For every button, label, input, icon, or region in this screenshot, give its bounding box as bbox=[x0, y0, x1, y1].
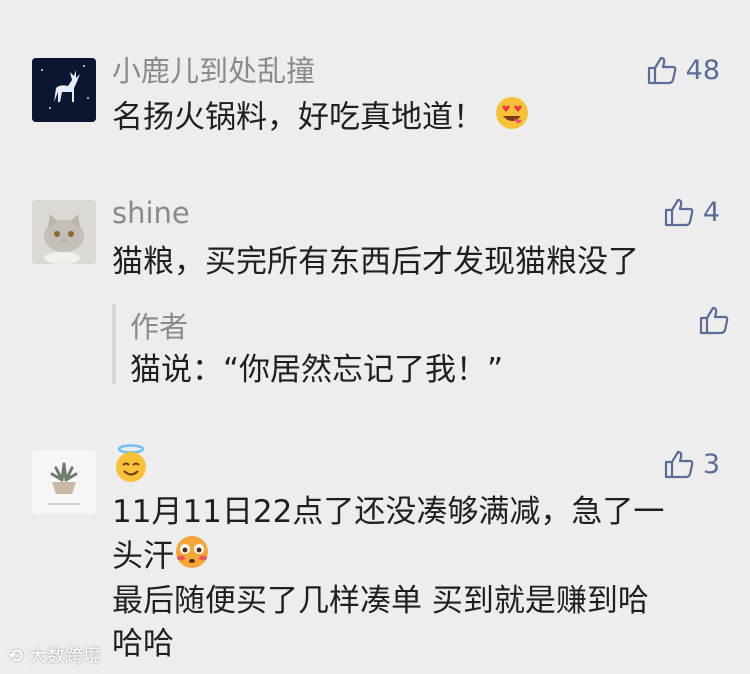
nickname[interactable]: 小鹿儿到处乱撞 bbox=[112, 57, 315, 86]
comment-text-line-3: 最后随便买了几样凑单 买到就是赚到哈 bbox=[112, 583, 649, 619]
comment-text-line-2: 头汗 bbox=[112, 534, 210, 582]
thumbs-up-icon bbox=[663, 196, 695, 228]
flushed-face-emoji-icon bbox=[174, 534, 210, 582]
like-count: 3 bbox=[702, 448, 720, 480]
thumbs-up-icon bbox=[698, 304, 730, 336]
like-count: 4 bbox=[702, 196, 720, 228]
comment-text-line-1: 11月11日22点了还没凑够满减，急了一 bbox=[112, 494, 665, 530]
watermark: ⟲ 大数跨境 bbox=[8, 646, 101, 667]
comment-text: 猫粮，买完所有东西后才发现猫粮没了 bbox=[112, 244, 639, 280]
watermark-logo-icon: ⟲ bbox=[8, 646, 24, 667]
like-count: 48 bbox=[685, 54, 720, 86]
nickname[interactable] bbox=[112, 444, 150, 489]
reply-author: 作者 bbox=[130, 310, 189, 344]
reply-like-button[interactable] bbox=[698, 304, 730, 336]
heart-eyes-emoji-icon bbox=[494, 95, 530, 143]
nickname[interactable]: shine bbox=[112, 199, 190, 228]
author-reply: 作者 猫说：“你居然忘记了我！” bbox=[112, 304, 729, 388]
avatar[interactable] bbox=[32, 450, 96, 514]
thumbs-up-icon bbox=[663, 448, 695, 480]
avatar[interactable] bbox=[32, 200, 96, 264]
halo-face-emoji-icon bbox=[112, 444, 150, 489]
like-button[interactable]: 3 bbox=[663, 448, 720, 480]
thumbs-up-icon bbox=[646, 54, 678, 86]
reply-text: 猫说：“你居然忘记了我！” bbox=[130, 352, 504, 388]
avatar[interactable] bbox=[32, 58, 96, 122]
like-button[interactable]: 4 bbox=[663, 196, 720, 228]
comment-text-line-4: 哈哈 bbox=[112, 626, 174, 662]
comment-text: 名扬火锅料，好吃真地道！ bbox=[112, 95, 530, 143]
like-button[interactable]: 48 bbox=[646, 54, 720, 86]
